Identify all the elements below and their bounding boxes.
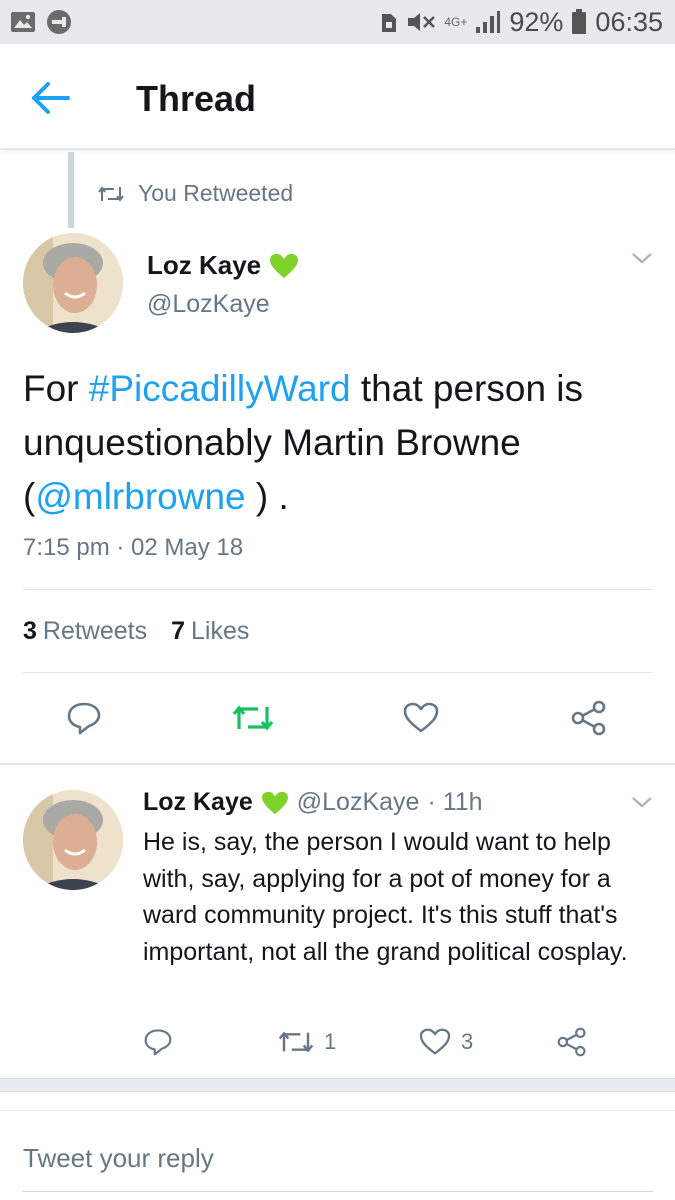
heart-icon — [419, 1028, 451, 1055]
heart-icon — [403, 702, 439, 733]
reply-text: He is, say, the person I would want to h… — [143, 828, 628, 966]
reply-author-name[interactable]: Loz Kaye — [143, 788, 253, 817]
reply-compose-bar: Tweet your reply — [0, 1110, 675, 1200]
reply-button[interactable] — [66, 690, 102, 746]
back-button[interactable] — [30, 78, 82, 118]
tweet-text-part: For — [23, 368, 89, 409]
green-heart-icon — [261, 791, 288, 814]
gallery-notification-icon — [10, 11, 36, 33]
reply-retweet-count: 1 — [324, 1029, 337, 1054]
section-separator — [0, 1078, 675, 1092]
network-type: 4G+ — [444, 15, 468, 29]
battery-icon — [571, 9, 587, 35]
retweets-label: Retweets — [42, 617, 148, 645]
hashtag-link[interactable]: #PiccadillyWard — [89, 368, 351, 409]
retweets-count: 3 — [23, 617, 37, 645]
app-header: Thread — [0, 44, 675, 150]
likes-stat[interactable]: 7 Likes — [171, 617, 249, 646]
sim-lock-icon — [380, 10, 398, 34]
divider — [0, 763, 675, 765]
author-name-text: Loz Kaye — [147, 250, 262, 280]
chevron-down-icon — [632, 797, 652, 808]
author-handle[interactable]: @LozKaye — [147, 290, 270, 319]
reply-header: Loz Kaye @LozKaye · 11h — [143, 788, 483, 817]
divider — [23, 589, 653, 590]
share-button[interactable] — [570, 690, 608, 746]
retweets-stat[interactable]: 3 Retweets — [23, 617, 147, 646]
tweet-text-part: ) . — [245, 476, 289, 517]
retweet-active-icon — [232, 705, 274, 731]
chevron-down-icon — [632, 253, 652, 264]
retweet-context-label: You Retweeted — [138, 180, 294, 206]
status-bar: 4G+ 92% 06:35 — [0, 0, 675, 44]
battery-percent: 92% — [509, 6, 564, 37]
profile-photo — [23, 790, 123, 890]
likes-count: 7 — [171, 617, 186, 645]
mute-icon — [406, 10, 436, 34]
divider — [23, 672, 653, 673]
reply-share-button[interactable] — [556, 1020, 588, 1064]
share-icon — [557, 1027, 586, 1057]
back-arrow-icon — [32, 82, 70, 114]
data-saver-icon — [46, 9, 72, 35]
page-title: Thread — [136, 78, 257, 119]
reply-like-button[interactable]: 3 — [419, 1020, 473, 1064]
tweet-options-button[interactable] — [630, 250, 654, 271]
tweet-text: For #PiccadillyWard that person is unque… — [23, 362, 653, 524]
reply-avatar[interactable] — [23, 790, 123, 890]
author-name[interactable]: Loz Kaye — [147, 250, 299, 281]
reply-reply-button[interactable] — [143, 1020, 173, 1064]
retweet-context: You Retweeted — [98, 180, 293, 207]
reply-like-count: 3 — [461, 1029, 474, 1054]
like-button[interactable] — [403, 690, 439, 746]
mention-link[interactable]: @mlrbrowne — [35, 476, 245, 517]
clock: 06:35 — [595, 6, 663, 37]
retweet-button[interactable] — [232, 690, 274, 746]
thread-connector-line — [68, 152, 74, 228]
retweet-icon — [98, 185, 124, 202]
reply-icon — [67, 702, 101, 735]
tweet-actions — [0, 690, 675, 746]
avatar[interactable] — [23, 233, 123, 333]
profile-photo — [23, 233, 123, 333]
reply-actions: 1 3 — [0, 1020, 675, 1064]
input-underline — [23, 1191, 653, 1192]
reply-icon — [144, 1029, 172, 1056]
retweet-icon — [278, 1031, 314, 1053]
reply-input[interactable]: Tweet your reply — [23, 1143, 214, 1174]
share-icon — [571, 700, 606, 736]
reply-retweet-button[interactable]: 1 — [278, 1020, 336, 1064]
green-heart-icon — [270, 253, 299, 278]
likes-label: Likes — [191, 617, 250, 645]
tweet-stats: 3 Retweets 7 Likes — [23, 617, 249, 646]
tweet-timestamp: 7:15 pm · 02 May 18 — [23, 534, 244, 561]
reply-options-button[interactable] — [630, 794, 654, 815]
reply-author-handle[interactable]: @LozKaye — [297, 788, 420, 817]
reply-time-ago: · 11h — [427, 788, 483, 816]
signal-icon — [475, 10, 501, 34]
